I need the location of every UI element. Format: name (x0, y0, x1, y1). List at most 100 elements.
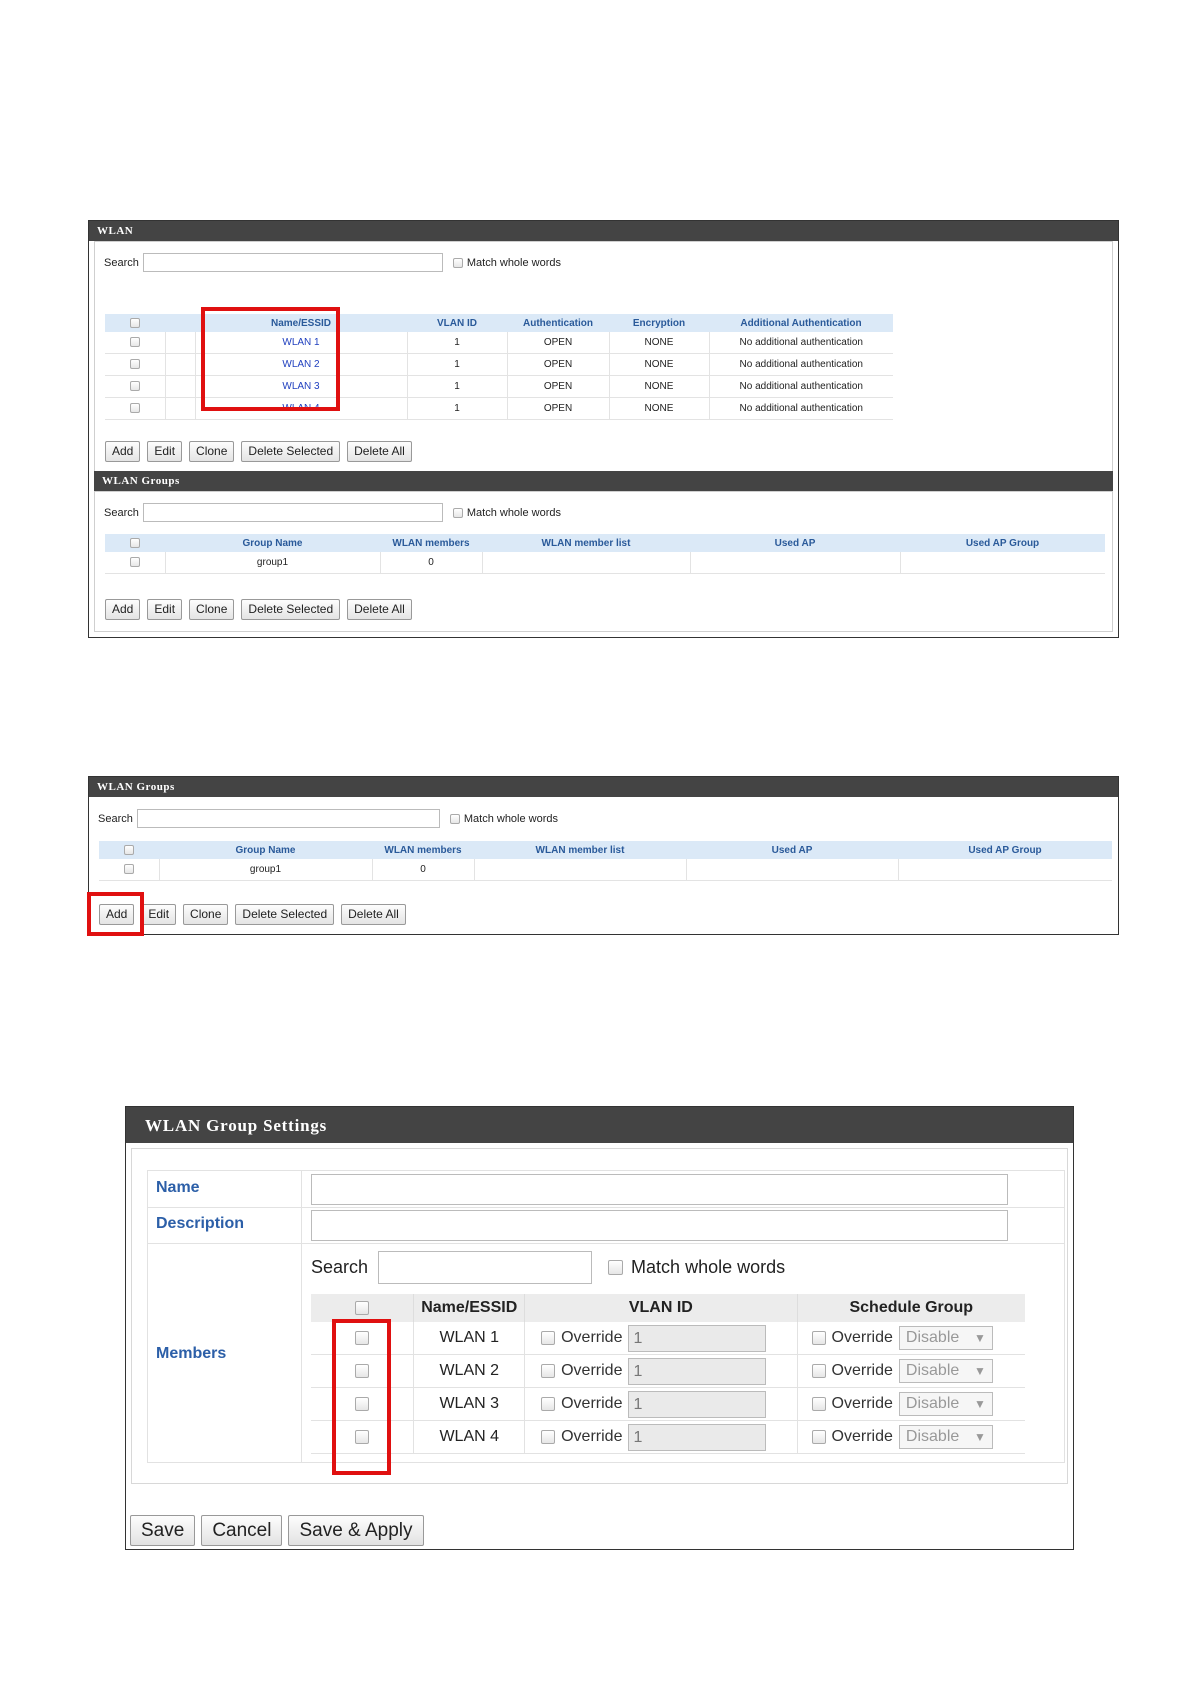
col-authentication[interactable]: Authentication (507, 314, 609, 332)
description-input[interactable] (311, 1210, 1008, 1241)
col-name-essid: Name/ESSID (413, 1294, 526, 1322)
row-checkbox[interactable] (123, 864, 134, 875)
add-auth-cell: No additional authentication (709, 375, 893, 398)
search-input[interactable] (142, 503, 443, 522)
vlan-override-checkbox[interactable] (541, 1397, 556, 1411)
match-whole-words-checkbox[interactable] (452, 257, 463, 268)
table-row: group1 0 (105, 552, 1105, 574)
delete-selected-button[interactable]: Delete Selected (241, 441, 341, 462)
col-used-ap-group[interactable]: Used AP Group (898, 841, 1112, 859)
schedule-select[interactable]: Disable ▼ (898, 1359, 993, 1383)
delete-all-button[interactable]: Delete All (347, 599, 412, 620)
clone-button[interactable]: Clone (183, 904, 229, 925)
schedule-value: Disable (905, 1428, 960, 1445)
col-group-name[interactable]: Group Name (165, 534, 380, 552)
vlan-override-checkbox[interactable] (541, 1331, 556, 1345)
table-row: WLAN 4 Override 1 Override Disable ▼ (311, 1420, 1025, 1454)
schedule-select[interactable]: Disable ▼ (898, 1425, 993, 1449)
col-wlan-members[interactable]: WLAN members (372, 841, 474, 859)
vlan-id-input[interactable]: 1 (628, 1390, 767, 1418)
edit-button[interactable]: Edit (147, 441, 183, 462)
schedule-select[interactable]: Disable ▼ (898, 1392, 993, 1416)
member-list-cell (482, 552, 691, 574)
schedule-select[interactable]: Disable ▼ (898, 1326, 993, 1350)
col-schedule-group: Schedule Group (797, 1294, 1025, 1322)
match-whole-words-checkbox[interactable] (608, 1260, 624, 1275)
vlan-id-input[interactable]: 1 (628, 1357, 767, 1385)
wlan-name-link[interactable]: WLAN 4 (282, 403, 319, 414)
clone-button[interactable]: Clone (189, 441, 235, 462)
select-all-checkbox[interactable] (130, 317, 140, 328)
add-button[interactable]: Add (105, 441, 141, 462)
vlan-override-checkbox[interactable] (541, 1364, 556, 1378)
row-checkbox[interactable] (355, 1429, 370, 1444)
select-all-checkbox[interactable] (355, 1300, 370, 1315)
vlan-override-checkbox[interactable] (541, 1430, 556, 1444)
delete-selected-button[interactable]: Delete Selected (241, 599, 341, 620)
wlan-name-link[interactable]: WLAN 1 (282, 337, 319, 348)
wlan-name-link[interactable]: WLAN 3 (282, 381, 319, 392)
schedule-override-checkbox[interactable] (811, 1430, 826, 1444)
row-checkbox[interactable] (129, 359, 140, 370)
select-all-checkbox[interactable] (130, 537, 140, 548)
schedule-override-checkbox[interactable] (811, 1331, 826, 1345)
col-used-ap[interactable]: Used AP (690, 534, 900, 552)
delete-all-button[interactable]: Delete All (347, 441, 412, 462)
vlan-id-input[interactable]: 1 (628, 1423, 767, 1451)
search-input[interactable] (136, 809, 440, 828)
row-checkbox[interactable] (355, 1330, 370, 1345)
groups-table: Group Name WLAN members WLAN member list… (99, 841, 1112, 881)
cancel-button[interactable]: Cancel (201, 1515, 283, 1546)
match-whole-words-checkbox[interactable] (449, 813, 460, 824)
row-checkbox[interactable] (129, 403, 140, 414)
col-wlan-member-list[interactable]: WLAN member list (482, 534, 690, 552)
name-input[interactable] (311, 1174, 1008, 1205)
row-checkbox[interactable] (355, 1363, 370, 1378)
search-input[interactable] (142, 253, 443, 272)
chevron-down-icon: ▼ (974, 1364, 986, 1378)
col-group-name[interactable]: Group Name (159, 841, 372, 859)
add-button[interactable]: Add (99, 904, 135, 925)
schedule-override-checkbox[interactable] (811, 1397, 826, 1411)
col-used-ap[interactable]: Used AP (686, 841, 898, 859)
col-used-ap-group[interactable]: Used AP Group (900, 534, 1105, 552)
wlan-name-cell: WLAN 3 (413, 1387, 526, 1421)
col-wlan-members[interactable]: WLAN members (380, 534, 482, 552)
match-whole-words-checkbox[interactable] (452, 507, 463, 518)
members-search-input[interactable] (378, 1251, 593, 1284)
wlan-groups-section: Search Match whole words Group Name WLAN… (94, 491, 1113, 632)
select-all-checkbox[interactable] (124, 844, 134, 855)
vlan-id-input[interactable]: 1 (628, 1324, 767, 1352)
save-button[interactable]: Save (130, 1515, 196, 1546)
override-label: Override (561, 1428, 623, 1445)
match-whole-words-label: Match whole words (466, 256, 562, 269)
chevron-down-icon: ▼ (974, 1331, 986, 1345)
col-additional-auth[interactable]: Additional Authentication (709, 314, 893, 332)
members-table: Name/ESSID VLAN ID Schedule Group WLAN 1… (311, 1294, 1025, 1454)
used-ap-cell (686, 859, 899, 881)
col-vlan-id[interactable]: VLAN ID (407, 314, 507, 332)
clone-button[interactable]: Clone (189, 599, 235, 620)
save-apply-button[interactable]: Save & Apply (288, 1515, 424, 1546)
wlan-groups-panel-title: WLAN Groups (94, 471, 1113, 491)
vlan-cell: 1 (407, 353, 508, 376)
used-ap-group-cell (898, 859, 1112, 881)
auth-cell: OPEN (507, 332, 610, 354)
row-checkbox[interactable] (129, 557, 140, 568)
enc-cell: NONE (609, 397, 710, 420)
col-encryption[interactable]: Encryption (609, 314, 709, 332)
col-name-essid[interactable]: Name/ESSID (195, 314, 407, 332)
row-checkbox[interactable] (129, 381, 140, 392)
wlan-name-link[interactable]: WLAN 2 (282, 359, 319, 370)
row-checkbox[interactable] (129, 337, 140, 348)
delete-selected-button[interactable]: Delete Selected (235, 904, 335, 925)
match-whole-words-label: Match whole words (466, 506, 562, 519)
members-label: Members (156, 1345, 227, 1362)
schedule-override-checkbox[interactable] (811, 1364, 826, 1378)
edit-button[interactable]: Edit (147, 599, 183, 620)
edit-button[interactable]: Edit (141, 904, 177, 925)
row-checkbox[interactable] (355, 1396, 370, 1411)
add-button[interactable]: Add (105, 599, 141, 620)
delete-all-button[interactable]: Delete All (341, 904, 406, 925)
col-wlan-member-list[interactable]: WLAN member list (474, 841, 686, 859)
